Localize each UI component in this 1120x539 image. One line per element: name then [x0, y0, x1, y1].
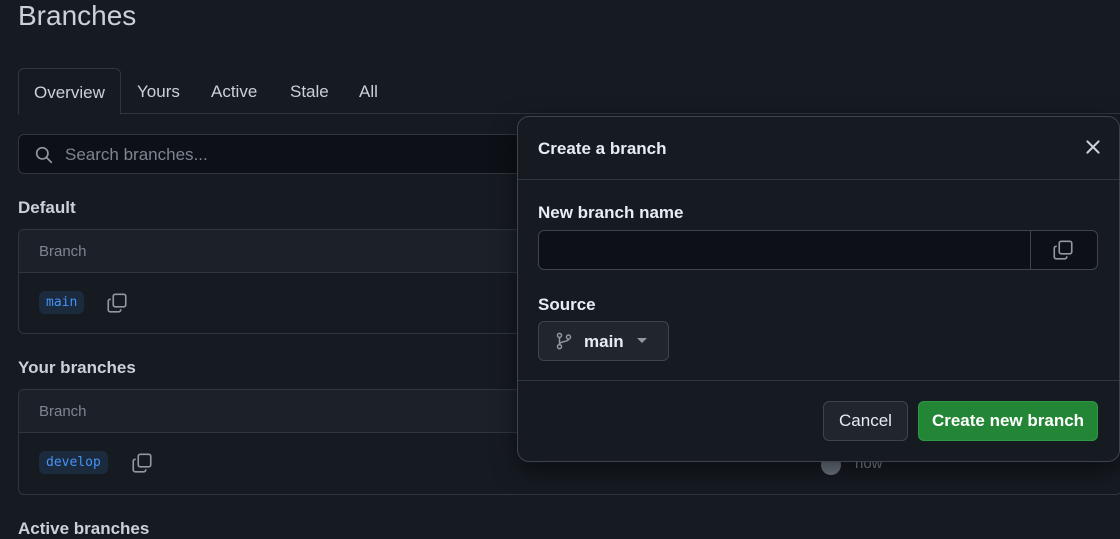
tab-stale[interactable]: Stale [290, 68, 329, 113]
section-title-default: Default [18, 198, 76, 217]
cancel-button[interactable]: Cancel [823, 401, 908, 441]
column-header-branch: Branch [39, 243, 87, 260]
dialog-footer-divider [518, 380, 1119, 381]
create-branch-dialog: Create a branch New branch name Source m… [517, 116, 1120, 462]
tab-overview[interactable]: Overview [18, 68, 121, 115]
git-branch-icon [556, 332, 572, 350]
branch-name-link[interactable]: main [39, 291, 85, 314]
copy-icon [1053, 240, 1073, 260]
copy-icon[interactable] [132, 453, 152, 473]
copy-button[interactable] [1030, 231, 1097, 269]
search-placeholder: Search branches... [65, 145, 208, 164]
column-header-branch: Branch [39, 403, 87, 420]
source-branch-value: main [584, 332, 624, 351]
dialog-title: Create a branch [538, 139, 667, 158]
search-input[interactable]: Search branches... [18, 134, 530, 174]
caret-down-icon [637, 338, 647, 343]
create-branch-button[interactable]: Create new branch [918, 401, 1098, 441]
page-title: Branches [18, 0, 137, 31]
section-title-your-branches: Your branches [18, 358, 136, 377]
branch-name-link[interactable]: develop [39, 451, 108, 474]
close-icon[interactable] [1083, 137, 1103, 157]
branch-name-field [538, 230, 1098, 270]
tab-active[interactable]: Active [211, 68, 257, 113]
search-icon [35, 146, 53, 164]
source-label: Source [538, 295, 596, 314]
section-title-active-branches: Active branches [18, 519, 150, 538]
copy-icon[interactable] [107, 293, 127, 313]
dialog-header: Create a branch [518, 117, 1119, 180]
branch-name-input[interactable] [539, 231, 1039, 269]
tab-yours[interactable]: Yours [137, 68, 180, 113]
branch-tabs: Overview Yours Active Stale All [18, 68, 1120, 115]
new-branch-name-label: New branch name [538, 203, 684, 222]
tab-all[interactable]: All [359, 68, 378, 113]
source-branch-select[interactable]: main [538, 321, 669, 361]
